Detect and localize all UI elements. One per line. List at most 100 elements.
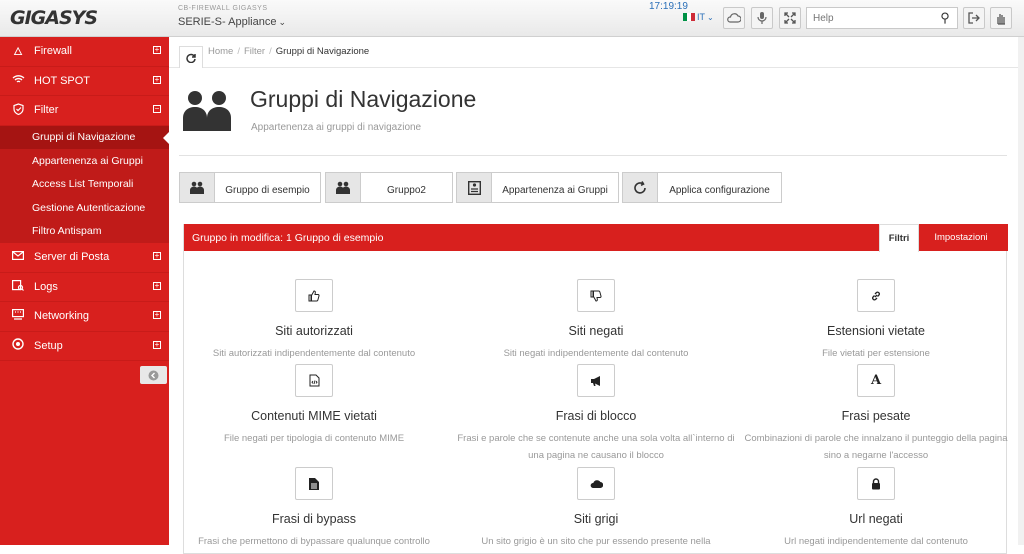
microphone-button[interactable]	[751, 7, 773, 29]
users-icon	[180, 173, 215, 202]
sidebar-item-label: Server di Posta	[34, 251, 110, 264]
chevron-down-icon: ⌄	[707, 12, 714, 22]
page-title: Gruppi di Navigazione	[250, 86, 477, 112]
feature-description: Siti autorizzati indipendentemente dal c…	[212, 348, 416, 359]
cloud-icon	[727, 13, 741, 23]
feature-description: File vietati per estensione	[822, 348, 930, 359]
feature-siti-autorizzati: Siti autorizzati Siti autorizzati indipe…	[174, 279, 454, 362]
logs-icon	[10, 279, 26, 294]
sidebar-item-filter[interactable]: Filter −	[0, 96, 169, 126]
feature-title[interactable]: Frasi di blocco	[456, 409, 736, 423]
feature-title[interactable]: Frasi pesate	[736, 409, 1016, 423]
feature-description: Frasi che permettono di bypassare qualun…	[198, 536, 430, 547]
wifi-icon	[10, 74, 26, 87]
logout-icon	[968, 12, 980, 24]
logout-button[interactable]	[963, 7, 985, 29]
collapse-sidebar-button[interactable]	[140, 366, 167, 384]
sidebar-item-logs[interactable]: Logs +	[0, 273, 169, 302]
feature-title[interactable]: Estensioni vietate	[736, 324, 1016, 338]
file-icon[interactable]	[295, 467, 333, 500]
megaphone-icon[interactable]	[577, 364, 615, 397]
sidebar-item-server-posta[interactable]: Server di Posta +	[0, 243, 169, 273]
feature-siti-negati: Siti negati Siti negati indipendentement…	[456, 279, 736, 362]
expand-icon: +	[153, 251, 161, 260]
font-icon[interactable]: A	[857, 364, 895, 397]
tab-impostazioni[interactable]: Impostazioni	[922, 224, 1000, 251]
page-description: Appartenenza ai gruppi di navigazione	[251, 122, 422, 133]
tab-filtri[interactable]: Filtri	[879, 224, 919, 252]
cloud-button[interactable]	[723, 7, 745, 29]
product-subtitle: CB-FIREWALL GIGASYS	[178, 5, 268, 12]
breadcrumb-home[interactable]: Home	[208, 46, 233, 57]
breadcrumb-current: Gruppi di Navigazione	[275, 46, 370, 57]
lock-icon[interactable]	[857, 467, 895, 500]
cloud-icon[interactable]	[577, 467, 615, 500]
feature-title[interactable]: Siti autorizzati	[174, 324, 454, 338]
group-button-gruppo2[interactable]: Gruppo2	[325, 172, 453, 203]
divider	[179, 155, 1007, 156]
feature-frasi-bypass: Frasi di bypass Frasi che permettono di …	[174, 467, 454, 550]
refresh-button[interactable]	[179, 46, 203, 68]
feature-frasi-blocco: Frasi di blocco Frasi e parole che se co…	[456, 364, 736, 464]
group-button-label: Gruppo2	[387, 185, 426, 196]
sidebar-subitem-access-list[interactable]: Access List Temporali	[0, 173, 169, 197]
group-button-gruppo-esempio[interactable]: Gruppo di esempio	[179, 172, 321, 203]
sidebar-item-firewall[interactable]: 🜂 Firewall +	[0, 37, 169, 67]
panel-title: Gruppo in modifica: 1 Gruppo di esempio	[192, 232, 384, 244]
refresh-icon	[623, 173, 658, 202]
feature-frasi-pesate: A Frasi pesate Combinazioni di parole ch…	[736, 364, 1016, 464]
thumbs-down-icon[interactable]	[577, 279, 615, 312]
sidebar-subitem-autenticazione[interactable]: Gestione Autenticazione	[0, 196, 169, 220]
group-button-appartenenza[interactable]: Appartenenza ai Gruppi	[456, 172, 619, 203]
sidebar-subitem-antispam[interactable]: Filtro Antispam	[0, 220, 169, 244]
appliance-selector[interactable]: SERIE-S- Appliance ⌄	[178, 16, 286, 28]
feature-estensioni-vietate: Estensioni vietate File vietati per este…	[736, 279, 1016, 362]
breadcrumb-filter[interactable]: Filter	[244, 46, 265, 57]
language-selector[interactable]: IT ⌄	[683, 12, 714, 22]
feature-title[interactable]: Contenuti MIME vietati	[174, 409, 454, 423]
sidebar-item-hotspot[interactable]: HOT SPOT +	[0, 67, 169, 96]
feature-title[interactable]: Siti grigi	[456, 512, 736, 526]
code-file-icon[interactable]	[295, 364, 333, 397]
sidebar: 🜂 Firewall + HOT SPOT + Filter − Gruppi …	[0, 37, 169, 545]
sidebar-item-setup[interactable]: Setup +	[0, 332, 169, 361]
link-icon[interactable]	[857, 279, 895, 312]
appliance-label: SERIE-S- Appliance	[178, 16, 277, 28]
sidebar-item-label: Firewall	[34, 45, 72, 58]
feature-title[interactable]: Siti negati	[456, 324, 736, 338]
users-icon	[183, 91, 231, 131]
language-label: IT	[697, 12, 705, 22]
panel-header: Gruppo in modifica: 1 Gruppo di esempio …	[184, 224, 1008, 252]
feature-title[interactable]: Url negati	[736, 512, 1016, 526]
search-icon[interactable]: ⚲	[935, 10, 955, 26]
feature-siti-grigi: Siti grigi Un sito grigio è un sito che …	[456, 467, 736, 550]
expand-icon: +	[153, 45, 161, 54]
fullscreen-button[interactable]	[779, 7, 801, 29]
feature-title[interactable]: Frasi di bypass	[174, 512, 454, 526]
feature-mime-vietati: Contenuti MIME vietati File negati per t…	[174, 364, 454, 447]
sidebar-subitem-gruppi-navigazione[interactable]: Gruppi di Navigazione	[0, 125, 169, 149]
group-button-label: Gruppo di esempio	[225, 185, 310, 196]
hand-button[interactable]	[990, 7, 1012, 29]
setup-icon	[10, 338, 26, 353]
network-icon	[10, 309, 26, 323]
help-search-input[interactable]	[807, 9, 935, 27]
users-icon	[326, 173, 361, 202]
chevron-down-icon: ⌄	[278, 17, 286, 27]
logo: GIGASYS	[10, 7, 98, 29]
sidebar-item-label: Setup	[34, 339, 63, 352]
fullscreen-icon	[784, 12, 796, 24]
expand-icon: +	[153, 339, 161, 349]
apply-configuration-button[interactable]: Applica configurazione	[622, 172, 782, 203]
filters-panel: Gruppo in modifica: 1 Gruppo di esempio …	[183, 224, 1008, 554]
sidebar-item-label: Networking	[34, 310, 90, 323]
thumbs-up-icon[interactable]	[295, 279, 333, 312]
breadcrumb: Home / Filter / Gruppi di Navigazione	[208, 46, 370, 57]
sidebar-item-label: Filter	[34, 104, 59, 117]
mail-icon	[10, 251, 26, 263]
top-bar: GIGASYS CB-FIREWALL GIGASYS SERIE-S- App…	[0, 0, 1024, 37]
feature-description: File negati per tipologia di contenuto M…	[223, 433, 405, 444]
sidebar-subitem-appartenenza-gruppi[interactable]: Appartenenza ai Gruppi	[0, 149, 169, 173]
sidebar-item-networking[interactable]: Networking +	[0, 302, 169, 332]
scrollbar[interactable]	[1018, 37, 1024, 545]
